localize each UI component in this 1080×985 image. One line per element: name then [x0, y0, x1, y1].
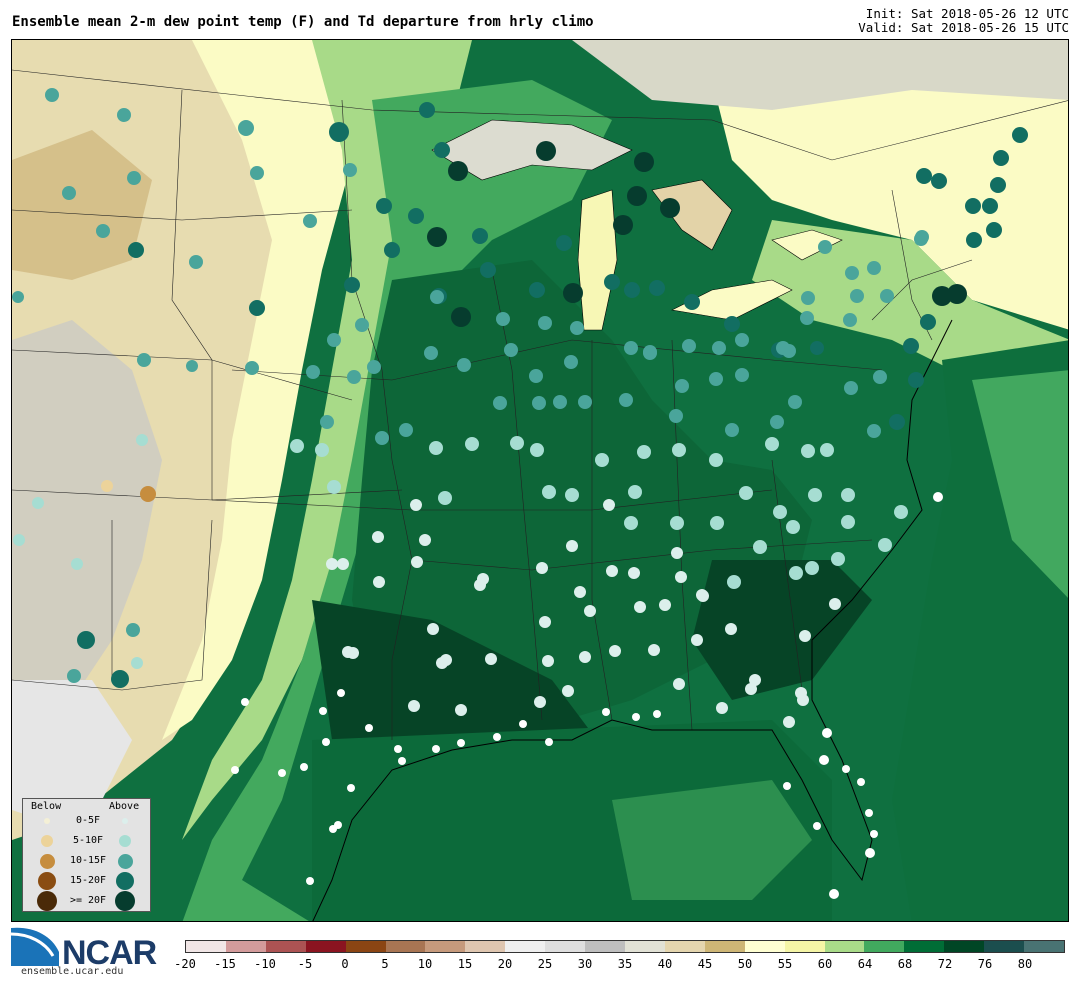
- colorbar-tick-label: 10: [417, 957, 433, 971]
- legend-row: 0-5F: [23, 811, 150, 831]
- colorbar-swatch: [984, 941, 1025, 952]
- colorbar-swatch: [225, 941, 266, 952]
- colorbar-swatch: [944, 941, 985, 952]
- colorbar-tick-label: 50: [737, 957, 753, 971]
- legend-row-label: >= 20F: [69, 895, 107, 906]
- above-marker-icon: [122, 818, 128, 824]
- colorbar-tick-label: 0: [341, 957, 349, 971]
- colorbar-swatch: [624, 941, 665, 952]
- colorbar-tick-label: 55: [777, 957, 793, 971]
- legend-row: 5-10F: [23, 831, 150, 851]
- colorbar-tick-label: 68: [897, 957, 913, 971]
- colorbar-swatch: [465, 941, 506, 952]
- colorbar-swatch: [186, 941, 226, 952]
- legend-row-label: 5-10F: [72, 835, 104, 846]
- colorbar-tick-label: -15: [214, 957, 236, 971]
- colorbar-swatch: [585, 941, 625, 952]
- above-marker-icon: [119, 835, 131, 847]
- legend-row: 15-20F: [23, 871, 150, 891]
- dewpoint-map: [11, 39, 1069, 922]
- colorbar-swatch: [864, 941, 905, 952]
- colorbar-tick-label: 76: [977, 957, 993, 971]
- below-marker-icon: [39, 853, 55, 869]
- colorbar-tick-label: 64: [857, 957, 873, 971]
- colorbar-tick-label: -20: [174, 957, 196, 971]
- colorbar-tick-label: 20: [497, 957, 513, 971]
- colorbar-swatch: [904, 941, 945, 952]
- colorbar-swatch: [744, 941, 785, 952]
- above-marker-icon: [117, 853, 133, 869]
- colorbar-tick-label: -5: [297, 957, 313, 971]
- colorbar-swatch: [425, 941, 466, 952]
- below-marker-icon: [41, 835, 53, 847]
- colorbar-tick-label: 25: [537, 957, 553, 971]
- colorbar-ticks: -20 -15 -10 -5 0 5 10 15 20 25 30 35 40 45 50 55 60 64 68 7…: [0, 957, 1080, 973]
- below-marker-icon: [37, 891, 57, 911]
- legend-row: >= 20F: [23, 891, 150, 911]
- colorbar-swatch: [265, 941, 306, 952]
- above-marker-icon: [115, 891, 135, 911]
- colorbar-tick-label: 35: [617, 957, 633, 971]
- colorbar-swatch: [824, 941, 865, 952]
- colorbar-tick-label: 45: [697, 957, 713, 971]
- colorbar-swatch: [545, 941, 586, 952]
- map-canvas: [12, 40, 1068, 921]
- colorbar-swatch: [505, 941, 546, 952]
- colorbar-tick-label: 30: [577, 957, 593, 971]
- colorbar-swatch: [664, 941, 705, 952]
- legend-row-label: 15-20F: [69, 875, 107, 886]
- colorbar-swatch: [305, 941, 346, 952]
- chart-title: Ensemble mean 2-m dew point temp (F) and…: [12, 14, 594, 30]
- colorbar-tick-label: -10: [254, 957, 276, 971]
- above-marker-icon: [116, 872, 134, 890]
- legend-row: 10-15F: [23, 851, 150, 871]
- colorbar-swatch: [385, 941, 426, 952]
- init-time: Init: Sat 2018-05-26 12 UTC: [865, 6, 1069, 21]
- departure-legend: Below Above 0-5F 5-10F 10-15F 15-20F >= 20F: [22, 798, 151, 912]
- colorbar-swatch: [784, 941, 825, 952]
- colorbar-tick-label: 72: [937, 957, 953, 971]
- legend-row-label: 10-15F: [69, 855, 107, 866]
- colorbar-swatch: [704, 941, 745, 952]
- colorbar-tick-label: 40: [657, 957, 673, 971]
- colorbar-tick-label: 60: [817, 957, 833, 971]
- colorbar-swatch: [1024, 941, 1064, 952]
- legend-row-label: 0-5F: [75, 815, 101, 826]
- colorbar-tick-label: 80: [1017, 957, 1033, 971]
- colorbar-swatch: [345, 941, 386, 952]
- colorbar-tick-label: 15: [457, 957, 473, 971]
- dewpoint-colorbar: [185, 940, 1065, 953]
- below-marker-icon: [38, 872, 56, 890]
- below-marker-icon: [44, 818, 50, 824]
- time-info: Init: Sat 2018-05-26 12 UTC Valid: Sat 2…: [858, 7, 1069, 35]
- colorbar-tick-label: 5: [381, 957, 389, 971]
- valid-time: Valid: Sat 2018-05-26 15 UTC: [858, 20, 1069, 35]
